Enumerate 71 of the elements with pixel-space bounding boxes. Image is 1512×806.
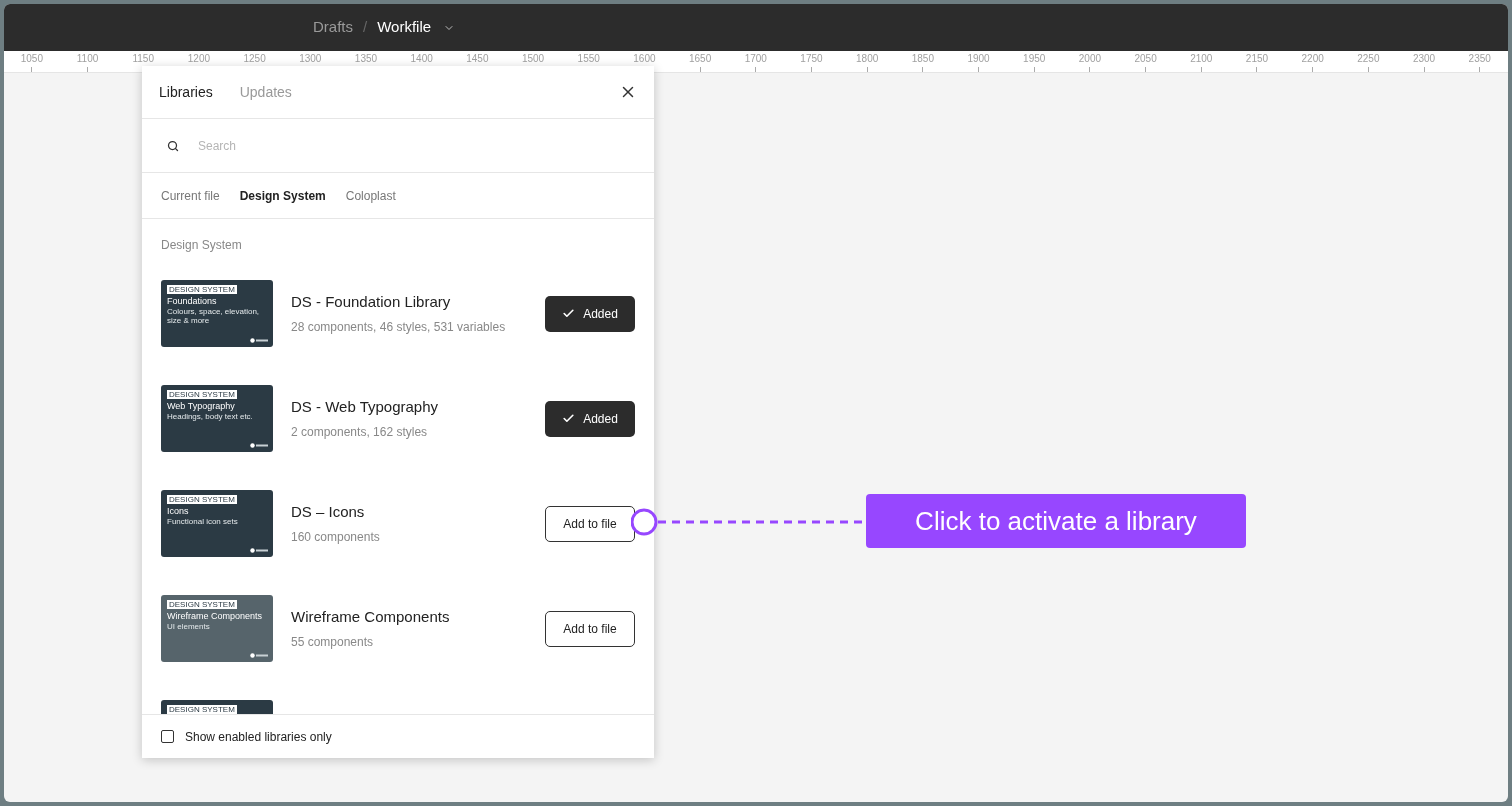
ruler-label: 1050	[20, 53, 43, 65]
thumbnail-subtitle: UI elements	[167, 622, 211, 631]
library-name: DS - Foundation Library	[291, 292, 452, 313]
panel-tab[interactable]: Libraries	[159, 81, 213, 103]
ruler-label: 1300	[299, 53, 322, 65]
section-heading: Design System	[161, 237, 243, 254]
thumbnail-title: Web Typography	[167, 401, 235, 412]
thumbnail-title: Wireframe Components	[167, 611, 263, 622]
ruler-label: 1350	[354, 53, 378, 65]
added-button[interactable]: Added	[545, 400, 635, 437]
thumbnail-subtitle: Headings, body text etc.	[167, 412, 254, 421]
ruler-label: 2250	[1357, 53, 1380, 65]
ruler-label: 1800	[856, 53, 879, 65]
filter-tab[interactable]: Design System	[239, 186, 326, 205]
library-name: DS – Icons	[291, 502, 366, 523]
filter-tab[interactable]: Coloplast	[345, 186, 396, 205]
ruler-label: 2150	[1245, 53, 1269, 65]
ruler-label: 1550	[577, 53, 600, 65]
checkbox-label: Show enabled libraries only	[185, 728, 332, 746]
library-name: DS - Web Typography	[291, 397, 439, 418]
ruler-label: 1100	[76, 53, 99, 65]
thumbnail-badge: DESIGN SYSTEM	[167, 390, 237, 399]
ruler-label: 2100	[1190, 53, 1213, 65]
filter-tab[interactable]: Current file	[161, 186, 220, 205]
thumbnail-subtitle: Colours, space, elevation, size & more	[167, 307, 261, 325]
ruler-label: 1500	[521, 53, 545, 65]
file-name: Workfile	[377, 17, 432, 38]
logo-icon	[250, 548, 268, 553]
thumbnail-badge: DESIGN SYSTEM	[167, 600, 237, 609]
logo-icon	[250, 338, 268, 343]
library-details: 55 components	[291, 633, 375, 651]
library-details: 28 components, 46 styles, 531 variables	[291, 318, 506, 336]
check-icon	[562, 412, 576, 425]
ruler-label: 1650	[688, 53, 712, 65]
ruler-label: 1450	[466, 53, 489, 65]
ruler-label: 2300	[1412, 53, 1436, 65]
breadcrumb-separator: /	[363, 17, 368, 38]
ruler-label: 2350	[1468, 53, 1491, 65]
ruler-label: 1850	[911, 53, 934, 65]
ruler-label: 1950	[1023, 53, 1046, 65]
search-icon	[167, 139, 179, 152]
search-field[interactable]: Search	[142, 119, 654, 173]
logo-icon	[250, 653, 268, 658]
thumbnail-subtitle: Functional icon sets	[167, 517, 239, 526]
thumbnail-badge: DESIGN SYSTEM	[167, 495, 237, 504]
added-button[interactable]: Added	[545, 295, 635, 332]
library-details: 2 components, 162 styles	[291, 423, 429, 441]
ruler-label: 1400	[410, 53, 433, 65]
thumbnail-title: Foundations	[167, 296, 217, 307]
library-name: Wireframe Components	[291, 607, 450, 628]
thumbnail-badge: DESIGN SYSTEM	[167, 285, 237, 294]
ruler-label: 1900	[967, 53, 990, 65]
ruler-label: 1700	[744, 53, 767, 65]
breadcrumb-link[interactable]: Drafts	[313, 16, 353, 39]
callout-label: Click to activate a library	[866, 494, 1246, 548]
ruler-label: 2050	[1134, 53, 1157, 65]
library-details: 160 components	[291, 528, 380, 546]
ruler-label: 1600	[633, 53, 656, 65]
check-icon	[562, 307, 576, 320]
thumbnail-title: Icons	[167, 506, 189, 517]
checkbox[interactable]	[161, 730, 174, 743]
search-input[interactable]: Search	[198, 136, 629, 155]
thumbnail-badge: DESIGN SYSTEM	[167, 705, 237, 714]
ruler-label: 2200	[1301, 53, 1324, 65]
ruler-label: 1250	[243, 53, 266, 65]
ruler-label: 1200	[187, 53, 211, 65]
ruler-label: 1750	[800, 53, 823, 65]
add-to-file-button[interactable]: Add to file	[545, 610, 635, 647]
ruler-label: 1150	[132, 53, 154, 65]
logo-icon	[250, 443, 268, 448]
ruler-label: 2000	[1078, 53, 1102, 65]
